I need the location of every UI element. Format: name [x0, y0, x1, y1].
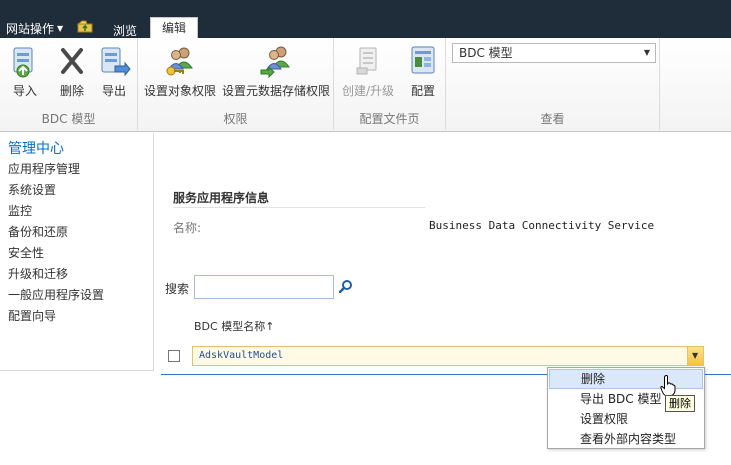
nav-item[interactable]: 配置向导: [8, 307, 104, 328]
delete-label: 删除: [59, 84, 84, 98]
model-name-link[interactable]: AdskVaultModel: [199, 350, 283, 361]
search-input[interactable]: [194, 275, 334, 299]
tooltip: 删除: [665, 395, 695, 412]
chevron-down-icon: ▼: [643, 48, 650, 57]
nav-item[interactable]: 系统设置: [8, 181, 104, 202]
delete-button[interactable]: 删除: [55, 44, 89, 99]
column-header-model-name[interactable]: BDC 模型名称↑: [194, 318, 274, 334]
ribbon-group-profile-pages: 创建/升级 配置 配置文件页: [334, 38, 446, 130]
search-label: 搜索: [165, 282, 190, 296]
ribbon: 导入 删除 导出 BDC 模型 设置对象权限 设置元数据存储权限 权限 创建/升…: [0, 38, 731, 132]
chevron-down-icon: ▼: [57, 24, 64, 33]
import-label: 导入: [12, 84, 37, 98]
row-menu-button[interactable]: ▼: [687, 347, 703, 365]
section-divider: [173, 207, 425, 208]
view-select[interactable]: BDC 模型 ▼: [452, 43, 656, 63]
set-metadata-store-permissions-button[interactable]: 设置元数据存储权限: [222, 44, 330, 99]
ribbon-group-label: BDC 模型: [41, 112, 96, 126]
create-upgrade-button[interactable]: 创建/升级: [342, 44, 394, 99]
chevron-down-icon: ▼: [692, 351, 699, 360]
configure-button[interactable]: 配置: [406, 44, 440, 99]
nav-item[interactable]: 备份和还原: [8, 223, 104, 244]
menu-item-delete[interactable]: 删除: [549, 369, 703, 389]
name-label: 名称:: [173, 221, 202, 235]
top-bar: 网站操作 ▼ 浏览 编辑: [0, 0, 731, 38]
name-value: Business Data Connectivity Service: [429, 219, 655, 232]
row-checkbox[interactable]: [168, 350, 180, 362]
configure-label: 配置: [410, 84, 435, 98]
export-button[interactable]: 导出: [97, 44, 131, 99]
set-object-permissions-label: 设置对象权限: [144, 84, 217, 98]
ribbon-group-label: 配置文件页: [359, 112, 420, 126]
nav-item[interactable]: 一般应用程序设置: [8, 286, 104, 307]
export-label: 导出: [101, 84, 126, 98]
menu-item-view-external-content-types[interactable]: 查看外部内容类型: [549, 429, 703, 449]
search-icon[interactable]: [339, 279, 353, 293]
left-navigation: 管理中心 应用程序管理 系统设置 监控 备份和还原 安全性 升级和迁移 一般应用…: [0, 133, 154, 371]
configure-page-icon: [411, 46, 435, 74]
set-metadata-store-permissions-label: 设置元数据存储权限: [222, 84, 331, 98]
view-select-value: BDC 模型: [459, 46, 513, 60]
import-button[interactable]: 导入: [8, 44, 42, 99]
create-page-icon: [356, 47, 377, 75]
ribbon-group-permissions: 设置对象权限 设置元数据存储权限 权限: [138, 38, 334, 130]
nav-item[interactable]: 升级和迁移: [8, 265, 104, 286]
site-actions-label: 网站操作: [6, 22, 55, 36]
nav-heading-central-admin[interactable]: 管理中心: [8, 138, 64, 158]
create-upgrade-label: 创建/升级: [342, 84, 395, 98]
import-icon: [13, 47, 33, 78]
tab-edit[interactable]: 编辑: [150, 17, 199, 38]
navigate-up-icon[interactable]: [77, 20, 93, 33]
ribbon-group-label: 查看: [540, 112, 565, 126]
nav-item[interactable]: 安全性: [8, 244, 104, 265]
table-row[interactable]: AdskVaultModel ▼: [192, 346, 704, 366]
export-icon: [101, 47, 131, 77]
menu-item-set-permissions[interactable]: 设置权限: [549, 409, 703, 429]
nav-item[interactable]: 应用程序管理: [8, 160, 104, 181]
ribbon-group-label: 权限: [223, 112, 248, 126]
nav-item[interactable]: 监控: [8, 202, 104, 223]
delete-x-icon: [61, 48, 83, 74]
nav-list: 应用程序管理 系统设置 监控 备份和还原 安全性 升级和迁移 一般应用程序设置 …: [8, 160, 104, 328]
site-actions-menu[interactable]: 网站操作 ▼: [6, 20, 63, 37]
set-object-permissions-button[interactable]: 设置对象权限: [144, 44, 216, 99]
users-arrow-icon: [260, 46, 290, 78]
section-title: 服务应用程序信息: [173, 191, 270, 205]
users-key-icon: [166, 47, 193, 76]
hand-cursor-icon: [660, 375, 676, 397]
ribbon-group-bdc-model: 导入 删除 导出 BDC 模型: [0, 38, 138, 130]
